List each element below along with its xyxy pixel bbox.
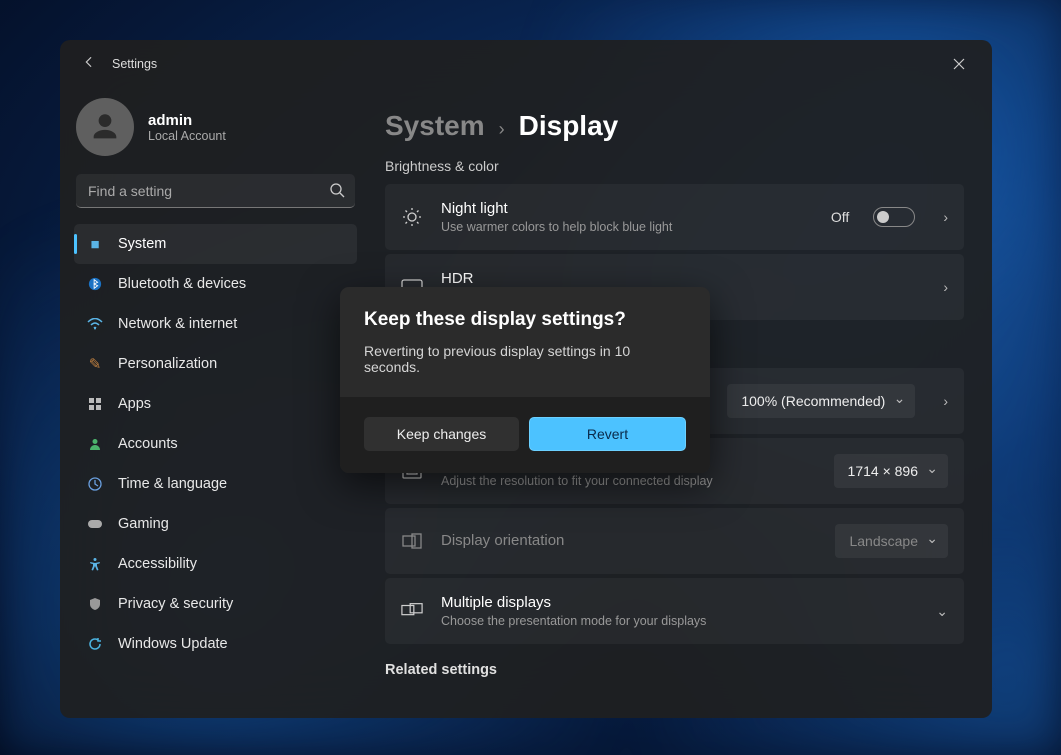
close-button[interactable] xyxy=(940,49,978,79)
dialog-title: Keep these display settings? xyxy=(364,309,686,331)
chevron-down-icon: ⌄ xyxy=(894,390,906,407)
card-title: Display orientation xyxy=(441,531,817,551)
chevron-right-icon[interactable]: › xyxy=(943,209,948,225)
back-icon[interactable] xyxy=(82,55,98,74)
chevron-right-icon[interactable]: › xyxy=(943,279,948,295)
sidebar-item-label: Network & internet xyxy=(118,316,237,332)
sidebar-item-label: Accessibility xyxy=(118,556,197,572)
select-value: 100% (Recommended) xyxy=(741,393,885,409)
card-subtitle: Adjust the resolution to fit your connec… xyxy=(441,473,816,489)
select-value: 1714 × 896 xyxy=(848,463,918,479)
sidebar-item-label: Gaming xyxy=(118,516,169,532)
bluetooth-icon xyxy=(86,275,104,293)
card-subtitle: Choose the presentation mode for your di… xyxy=(441,613,908,629)
sidebar-item-label: Personalization xyxy=(118,356,217,372)
sidebar-item-label: Accounts xyxy=(118,436,178,452)
sidebar-item-privacy[interactable]: Privacy & security xyxy=(74,584,357,624)
card-title: Night light xyxy=(441,199,813,219)
accounts-icon xyxy=(86,435,104,453)
sidebar-item-network[interactable]: Network & internet xyxy=(74,304,357,344)
scale-select[interactable]: 100% (Recommended) ⌄ xyxy=(727,384,915,418)
sidebar-item-accessibility[interactable]: Accessibility xyxy=(74,544,357,584)
section-brightness-color: Brightness & color xyxy=(385,158,964,174)
accessibility-icon xyxy=(86,555,104,573)
nav: ■ System Bluetooth & devices Network & i… xyxy=(74,224,357,664)
night-light-icon xyxy=(401,206,423,228)
sidebar-item-bluetooth[interactable]: Bluetooth & devices xyxy=(74,264,357,304)
clock-icon xyxy=(86,475,104,493)
chevron-right-icon: › xyxy=(499,119,505,140)
page-title: Display xyxy=(519,110,619,142)
card-night-light[interactable]: Night light Use warmer colors to help bl… xyxy=(385,184,964,250)
gaming-icon xyxy=(86,515,104,533)
keep-changes-button[interactable]: Keep changes xyxy=(364,417,519,451)
card-title: Multiple displays xyxy=(441,593,908,613)
select-value: Landscape xyxy=(849,533,918,549)
sidebar-item-time-language[interactable]: Time & language xyxy=(74,464,357,504)
search-icon xyxy=(329,182,345,203)
night-light-toggle[interactable] xyxy=(873,207,915,227)
sidebar-item-label: Windows Update xyxy=(118,636,228,652)
titlebar: Settings xyxy=(60,40,992,88)
card-subtitle: Use warmer colors to help block blue lig… xyxy=(441,219,813,235)
sidebar-item-system[interactable]: ■ System xyxy=(74,224,357,264)
sidebar-item-accounts[interactable]: Accounts xyxy=(74,424,357,464)
sidebar-item-label: Bluetooth & devices xyxy=(118,276,246,292)
orientation-icon xyxy=(401,532,423,550)
section-related-settings: Related settings xyxy=(385,662,964,678)
search-input[interactable] xyxy=(76,174,355,208)
card-title: HDR xyxy=(441,269,915,289)
sidebar-item-apps[interactable]: Apps xyxy=(74,384,357,424)
wifi-icon xyxy=(86,315,104,333)
avatar xyxy=(76,98,134,156)
card-multiple-displays[interactable]: Multiple displays Choose the presentatio… xyxy=(385,578,964,644)
resolution-select[interactable]: 1714 × 896 ⌄ xyxy=(834,454,948,488)
user-block[interactable]: admin Local Account xyxy=(74,98,357,174)
chevron-down-icon: ⌄ xyxy=(926,530,938,547)
sidebar-item-label: Apps xyxy=(118,396,151,412)
user-subtitle: Local Account xyxy=(148,129,226,143)
sidebar: admin Local Account ■ System xyxy=(60,88,365,718)
update-icon xyxy=(86,635,104,653)
orientation-select[interactable]: Landscape ⌄ xyxy=(835,524,948,558)
breadcrumb-parent[interactable]: System xyxy=(385,110,485,142)
app-title: Settings xyxy=(112,57,157,71)
chevron-down-icon[interactable]: ⌄ xyxy=(936,603,948,620)
toggle-state-label: Off xyxy=(831,209,849,225)
revert-button[interactable]: Revert xyxy=(529,417,686,451)
chevron-down-icon: ⌄ xyxy=(926,460,938,477)
brush-icon: ✎ xyxy=(86,355,104,373)
search-box[interactable] xyxy=(76,174,355,208)
dialog-text: Reverting to previous display settings i… xyxy=(364,343,686,375)
apps-icon xyxy=(86,395,104,413)
multiple-displays-icon xyxy=(401,602,423,620)
system-icon: ■ xyxy=(86,235,104,253)
sidebar-item-label: Time & language xyxy=(118,476,227,492)
sidebar-item-personalization[interactable]: ✎ Personalization xyxy=(74,344,357,384)
shield-icon xyxy=(86,595,104,613)
confirm-dialog: Keep these display settings? Reverting t… xyxy=(340,287,710,473)
breadcrumb: System › Display xyxy=(385,110,964,142)
sidebar-item-gaming[interactable]: Gaming xyxy=(74,504,357,544)
sidebar-item-windows-update[interactable]: Windows Update xyxy=(74,624,357,664)
sidebar-item-label: System xyxy=(118,236,166,252)
sidebar-item-label: Privacy & security xyxy=(118,596,233,612)
card-orientation[interactable]: Display orientation Landscape ⌄ xyxy=(385,508,964,574)
user-name: admin xyxy=(148,112,226,129)
chevron-right-icon[interactable]: › xyxy=(943,393,948,409)
